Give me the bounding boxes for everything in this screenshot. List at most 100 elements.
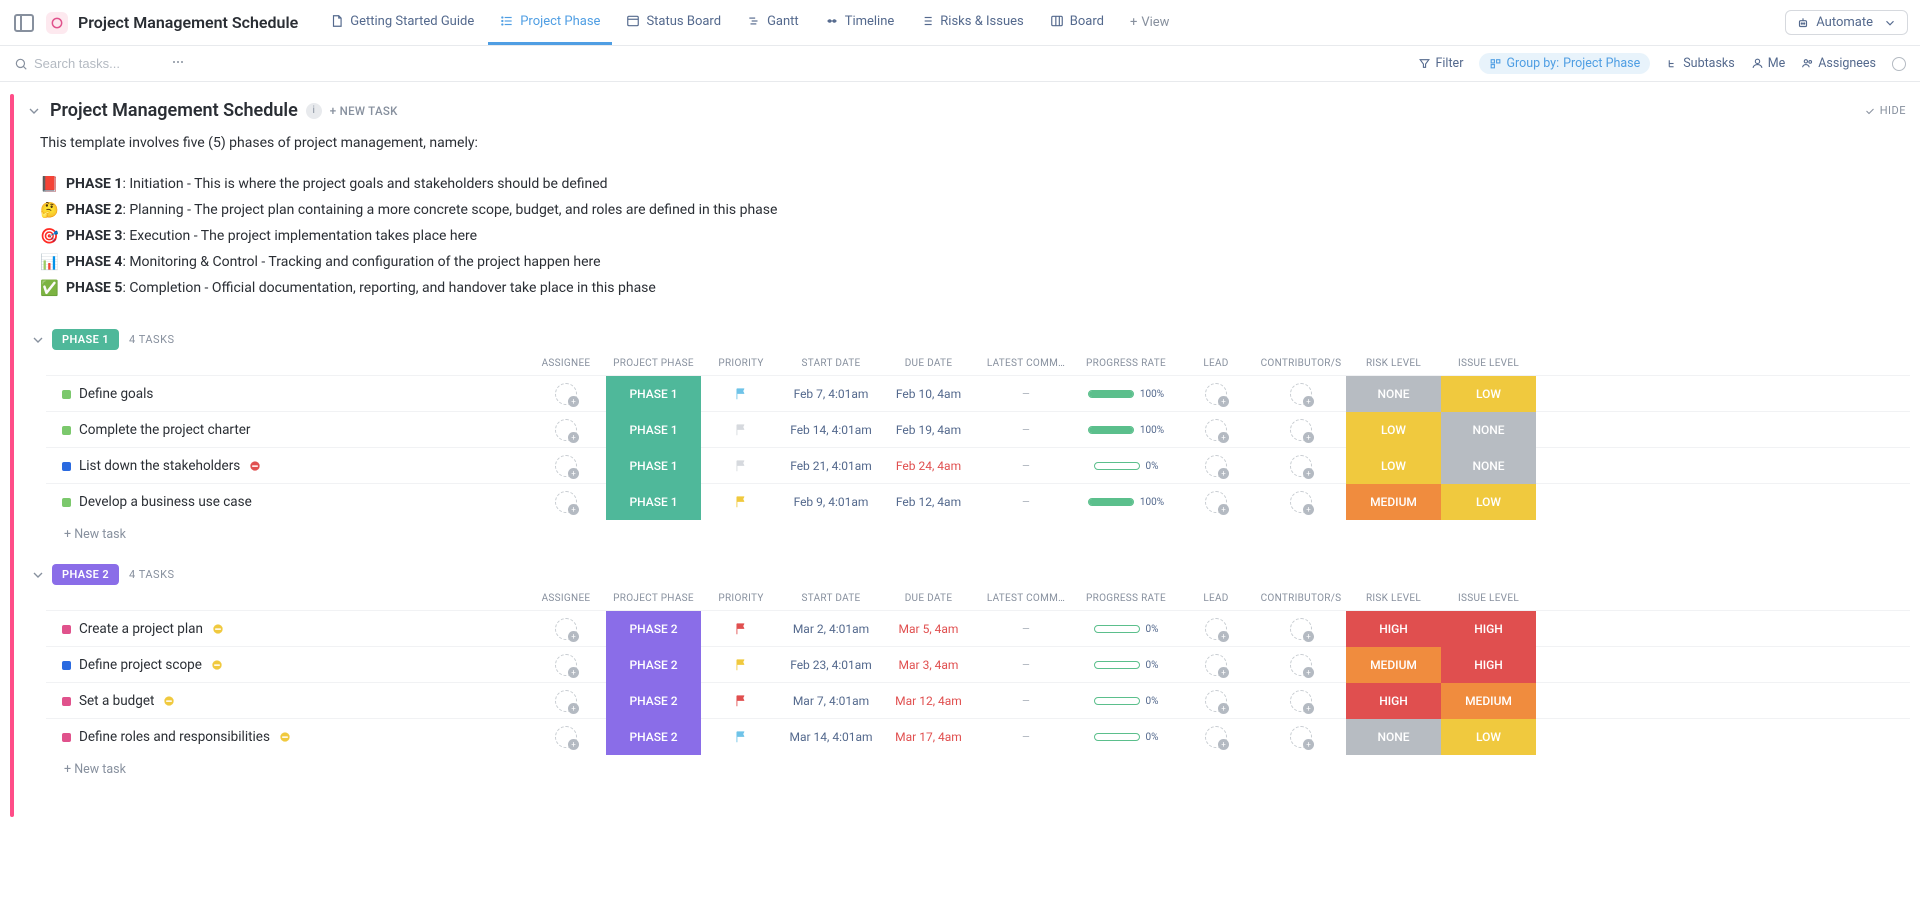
progress-cell[interactable]: 0%: [1076, 732, 1176, 743]
add-lead-icon[interactable]: [1205, 491, 1227, 513]
progress-cell[interactable]: 100%: [1076, 425, 1176, 436]
new-task-row[interactable]: + New task: [22, 519, 1910, 542]
start-date-cell[interactable]: Feb 7, 4:01am: [781, 387, 881, 401]
lead-cell[interactable]: [1176, 491, 1256, 513]
column-header[interactable]: PROGRESS RATE: [1076, 352, 1176, 375]
add-lead-icon[interactable]: [1205, 690, 1227, 712]
tab-gantt[interactable]: Gantt: [735, 0, 811, 45]
hide-button[interactable]: HIDE: [1864, 104, 1906, 117]
subtasks-button[interactable]: Subtasks: [1666, 56, 1734, 71]
assignee-cell[interactable]: [526, 618, 606, 640]
latest-comment-cell[interactable]: –: [976, 622, 1076, 637]
add-lead-icon[interactable]: [1205, 419, 1227, 441]
assignee-cell[interactable]: [526, 419, 606, 441]
due-date-cell[interactable]: Mar 12, 4am: [881, 694, 976, 708]
add-contributor-icon[interactable]: [1290, 455, 1312, 477]
progress-cell[interactable]: 100%: [1076, 389, 1176, 400]
add-view-button[interactable]: + View: [1118, 15, 1182, 30]
issue-level-cell[interactable]: HIGH: [1441, 647, 1536, 683]
add-lead-icon[interactable]: [1205, 654, 1227, 676]
risk-level-cell[interactable]: HIGH: [1346, 683, 1441, 719]
assignee-cell[interactable]: [526, 726, 606, 748]
column-header[interactable]: RISK LEVEL: [1346, 587, 1441, 610]
assignee-cell[interactable]: [526, 654, 606, 676]
status-square-icon[interactable]: [62, 390, 71, 399]
me-button[interactable]: Me: [1751, 56, 1786, 71]
status-square-icon[interactable]: [62, 462, 71, 471]
start-date-cell[interactable]: Feb 23, 4:01am: [781, 658, 881, 672]
collapse-chevron-icon[interactable]: [26, 103, 42, 119]
add-lead-icon[interactable]: [1205, 726, 1227, 748]
phase-cell[interactable]: PHASE 1: [606, 412, 701, 448]
phase-cell[interactable]: PHASE 2: [606, 611, 701, 647]
due-date-cell[interactable]: Mar 5, 4am: [881, 622, 976, 636]
column-header[interactable]: LATEST COMM…: [976, 352, 1076, 375]
start-date-cell[interactable]: Mar 7, 4:01am: [781, 694, 881, 708]
tab-board[interactable]: Board: [1038, 0, 1116, 45]
contributors-cell[interactable]: [1256, 419, 1346, 441]
task-row[interactable]: Define project scope PHASE 2 Feb 23, 4:0…: [46, 646, 1910, 682]
add-assignee-icon[interactable]: [555, 618, 577, 640]
priority-cell[interactable]: [701, 387, 781, 401]
column-header[interactable]: DUE DATE: [881, 587, 976, 610]
status-square-icon[interactable]: [62, 697, 71, 706]
filter-button[interactable]: Filter: [1418, 56, 1463, 71]
priority-cell[interactable]: [701, 658, 781, 672]
new-task-row[interactable]: + New task: [22, 754, 1910, 777]
column-header[interactable]: ISSUE LEVEL: [1441, 352, 1536, 375]
phase-cell[interactable]: PHASE 2: [606, 719, 701, 755]
status-square-icon[interactable]: [62, 625, 71, 634]
risk-level-cell[interactable]: LOW: [1346, 448, 1441, 484]
add-assignee-icon[interactable]: [555, 455, 577, 477]
add-assignee-icon[interactable]: [555, 654, 577, 676]
progress-cell[interactable]: 0%: [1076, 624, 1176, 635]
contributors-cell[interactable]: [1256, 690, 1346, 712]
status-square-icon[interactable]: [62, 733, 71, 742]
add-contributor-icon[interactable]: [1290, 618, 1312, 640]
column-header[interactable]: PROGRESS RATE: [1076, 587, 1176, 610]
column-header[interactable]: LEAD: [1176, 587, 1256, 610]
latest-comment-cell[interactable]: –: [976, 387, 1076, 402]
latest-comment-cell[interactable]: –: [976, 423, 1076, 438]
search-input[interactable]: [34, 56, 154, 71]
task-row[interactable]: Set a budget PHASE 2 Mar 7, 4:01am Mar 1…: [46, 682, 1910, 718]
phase-cell[interactable]: PHASE 1: [606, 484, 701, 520]
latest-comment-cell[interactable]: –: [976, 658, 1076, 673]
phase-cell[interactable]: PHASE 2: [606, 647, 701, 683]
priority-cell[interactable]: [701, 730, 781, 744]
due-date-cell[interactable]: Feb 12, 4am: [881, 495, 976, 509]
column-header[interactable]: ASSIGNEE: [526, 587, 606, 610]
phase-cell[interactable]: PHASE 1: [606, 376, 701, 412]
add-assignee-icon[interactable]: [555, 383, 577, 405]
status-square-icon[interactable]: [62, 498, 71, 507]
task-row[interactable]: List down the stakeholders PHASE 1 Feb 2…: [46, 447, 1910, 483]
group-label[interactable]: PHASE 1: [52, 329, 119, 350]
automate-button[interactable]: Automate: [1785, 10, 1908, 35]
due-date-cell[interactable]: Mar 17, 4am: [881, 730, 976, 744]
risk-level-cell[interactable]: LOW: [1346, 412, 1441, 448]
lead-cell[interactable]: [1176, 383, 1256, 405]
issue-level-cell[interactable]: LOW: [1441, 484, 1536, 520]
contributors-cell[interactable]: [1256, 726, 1346, 748]
issue-level-cell[interactable]: HIGH: [1441, 611, 1536, 647]
column-header[interactable]: PRIORITY: [701, 352, 781, 375]
progress-cell[interactable]: 100%: [1076, 497, 1176, 508]
add-assignee-icon[interactable]: [555, 491, 577, 513]
more-options-icon[interactable]: [166, 50, 190, 78]
add-contributor-icon[interactable]: [1290, 690, 1312, 712]
lead-cell[interactable]: [1176, 690, 1256, 712]
assignee-cell[interactable]: [526, 455, 606, 477]
column-header[interactable]: START DATE: [781, 587, 881, 610]
group-label[interactable]: PHASE 2: [52, 564, 119, 585]
assignees-button[interactable]: Assignees: [1801, 56, 1876, 71]
tab-getting-started[interactable]: Getting Started Guide: [318, 0, 486, 45]
info-icon[interactable]: i: [306, 103, 322, 119]
column-header[interactable]: DUE DATE: [881, 352, 976, 375]
priority-cell[interactable]: [701, 622, 781, 636]
task-row[interactable]: Complete the project charter PHASE 1 Feb…: [46, 411, 1910, 447]
add-contributor-icon[interactable]: [1290, 654, 1312, 676]
contributors-cell[interactable]: [1256, 654, 1346, 676]
tab-status-board[interactable]: Status Board: [614, 0, 733, 45]
start-date-cell[interactable]: Mar 2, 4:01am: [781, 622, 881, 636]
sidebar-toggle-icon[interactable]: [12, 11, 36, 35]
